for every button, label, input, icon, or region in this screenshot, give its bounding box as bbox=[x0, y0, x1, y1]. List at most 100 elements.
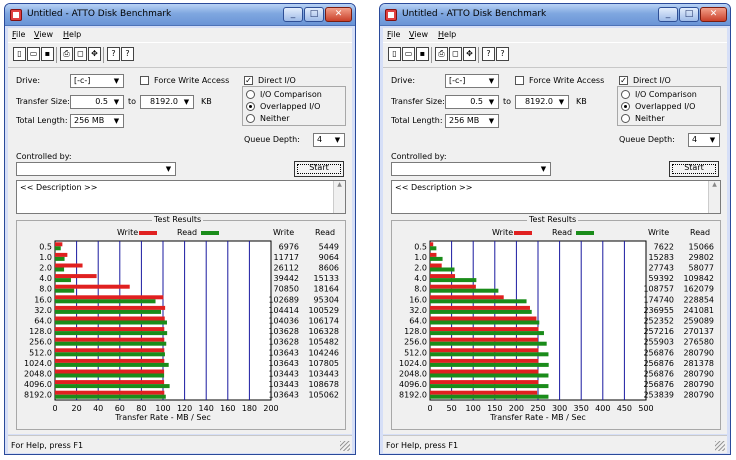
move-icon[interactable]: ✥ bbox=[88, 47, 101, 61]
read-bar bbox=[430, 278, 477, 283]
read-value: 280790 bbox=[683, 391, 714, 400]
drive-select[interactable]: [-c-] ▼ bbox=[445, 74, 499, 88]
menu-file[interactable]: File bbox=[12, 30, 25, 39]
maximize-button[interactable]: □ bbox=[304, 7, 324, 22]
read-value: 100529 bbox=[308, 306, 339, 315]
write-value: 253839 bbox=[643, 391, 674, 400]
write-bar bbox=[430, 242, 434, 247]
new-file-icon[interactable]: ▯ bbox=[13, 47, 26, 61]
new-file-icon[interactable]: ▯ bbox=[388, 47, 401, 61]
overlapped-io-radio[interactable] bbox=[246, 102, 255, 111]
description-textarea[interactable]: << Description >> ▲ bbox=[16, 180, 346, 214]
write-value: 27743 bbox=[649, 264, 674, 273]
print-preview-icon[interactable]: ◻ bbox=[449, 47, 462, 61]
neither-radio[interactable] bbox=[246, 114, 255, 123]
x-tick-label: 350 bbox=[574, 404, 589, 413]
close-button[interactable]: ✕ bbox=[325, 7, 352, 22]
category-label: 1.0 bbox=[39, 253, 52, 262]
queue-depth-select[interactable]: 4 ▼ bbox=[688, 133, 720, 147]
write-bar bbox=[55, 263, 83, 268]
read-value: 281378 bbox=[683, 359, 714, 368]
print-preview-icon[interactable]: ◻ bbox=[74, 47, 87, 61]
force-write-access-checkbox[interactable] bbox=[140, 76, 149, 85]
help-icon[interactable]: ? bbox=[482, 47, 495, 61]
transfer-size-to-select[interactable]: 8192.0 ▼ bbox=[515, 95, 569, 109]
transfer-size-to-value: 8192.0 bbox=[150, 97, 178, 106]
resize-grip-icon[interactable] bbox=[715, 441, 725, 451]
kb-label: KB bbox=[201, 97, 212, 106]
context-help-icon[interactable]: ? bbox=[121, 47, 134, 61]
write-bar bbox=[430, 274, 456, 279]
read-bar bbox=[430, 246, 437, 251]
direct-io-checkbox[interactable]: ✓ bbox=[619, 76, 628, 85]
read-bar bbox=[55, 256, 65, 261]
category-label: 0.5 bbox=[414, 242, 427, 251]
help-icon[interactable]: ? bbox=[107, 47, 120, 61]
app-icon bbox=[385, 9, 397, 21]
write-value: 103643 bbox=[268, 359, 299, 368]
start-button[interactable]: Start bbox=[294, 161, 344, 177]
read-bar bbox=[55, 299, 156, 304]
save-icon[interactable]: ▪ bbox=[41, 47, 54, 61]
read-bar bbox=[55, 278, 71, 283]
open-folder-icon[interactable]: ▭ bbox=[27, 47, 40, 61]
description-text: << Description >> bbox=[395, 183, 473, 192]
menu-help[interactable]: Help bbox=[63, 30, 81, 39]
read-bar bbox=[430, 288, 499, 293]
total-length-select[interactable]: 256 MB ▼ bbox=[445, 114, 499, 128]
read-value: 29802 bbox=[689, 253, 714, 262]
start-button[interactable]: Start bbox=[669, 161, 719, 177]
drive-select[interactable]: [-c-] ▼ bbox=[70, 74, 124, 88]
read-value: 9064 bbox=[319, 253, 339, 262]
print-icon[interactable]: ⎙ bbox=[435, 47, 448, 61]
menu-file[interactable]: File bbox=[387, 30, 400, 39]
read-bar bbox=[430, 320, 540, 325]
menu-view[interactable]: View bbox=[34, 30, 53, 39]
transfer-size-label: Transfer Size: bbox=[391, 97, 445, 106]
total-length-select[interactable]: 256 MB ▼ bbox=[70, 114, 124, 128]
close-button[interactable]: ✕ bbox=[700, 7, 727, 22]
controlled-by-select[interactable]: ▼ bbox=[391, 162, 551, 176]
print-icon[interactable]: ⎙ bbox=[60, 47, 73, 61]
description-scrollbar[interactable]: ▲ bbox=[708, 181, 720, 213]
transfer-size-from-select[interactable]: 0.5 ▼ bbox=[70, 95, 124, 109]
overlapped-io-radio[interactable] bbox=[621, 102, 630, 111]
io-comparison-radio[interactable] bbox=[621, 90, 630, 99]
category-label: 4096.0 bbox=[24, 380, 52, 389]
read-bar bbox=[55, 362, 169, 367]
context-help-icon[interactable]: ? bbox=[496, 47, 509, 61]
minimize-button[interactable]: _ bbox=[658, 7, 678, 22]
transfer-size-from-select[interactable]: 0.5 ▼ bbox=[445, 95, 499, 109]
open-folder-icon[interactable]: ▭ bbox=[402, 47, 415, 61]
menu-view[interactable]: View bbox=[409, 30, 428, 39]
menu-help[interactable]: Help bbox=[438, 30, 456, 39]
write-bar bbox=[55, 327, 165, 332]
minimize-button[interactable]: _ bbox=[283, 7, 303, 22]
title-bar: Untitled - ATTO Disk Benchmark _ □ ✕ bbox=[380, 4, 730, 26]
neither-radio[interactable] bbox=[621, 114, 630, 123]
force-write-access-checkbox[interactable] bbox=[515, 76, 524, 85]
save-icon[interactable]: ▪ bbox=[416, 47, 429, 61]
write-value: 103643 bbox=[268, 348, 299, 357]
direct-io-checkbox[interactable]: ✓ bbox=[244, 76, 253, 85]
description-textarea[interactable]: << Description >> ▲ bbox=[391, 180, 721, 214]
x-tick-label: 40 bbox=[93, 404, 103, 413]
resize-grip-icon[interactable] bbox=[340, 441, 350, 451]
transfer-size-to-select[interactable]: 8192.0 ▼ bbox=[140, 95, 194, 109]
write-bar bbox=[430, 305, 530, 310]
window-title: Untitled - ATTO Disk Benchmark bbox=[402, 9, 547, 19]
app-icon bbox=[10, 9, 22, 21]
x-tick-label: 20 bbox=[72, 404, 82, 413]
controlled-by-select[interactable]: ▼ bbox=[16, 162, 176, 176]
write-bar bbox=[430, 337, 538, 342]
read-value: 105062 bbox=[308, 391, 339, 400]
read-bar bbox=[430, 331, 544, 336]
io-comparison-radio[interactable] bbox=[246, 90, 255, 99]
title-bar: Untitled - ATTO Disk Benchmark _ □ ✕ bbox=[5, 4, 355, 26]
queue-depth-select[interactable]: 4 ▼ bbox=[313, 133, 345, 147]
description-scrollbar[interactable]: ▲ bbox=[333, 181, 345, 213]
maximize-button[interactable]: □ bbox=[679, 7, 699, 22]
move-icon[interactable]: ✥ bbox=[463, 47, 476, 61]
read-bar bbox=[55, 384, 170, 389]
category-label: 64.0 bbox=[34, 317, 52, 326]
